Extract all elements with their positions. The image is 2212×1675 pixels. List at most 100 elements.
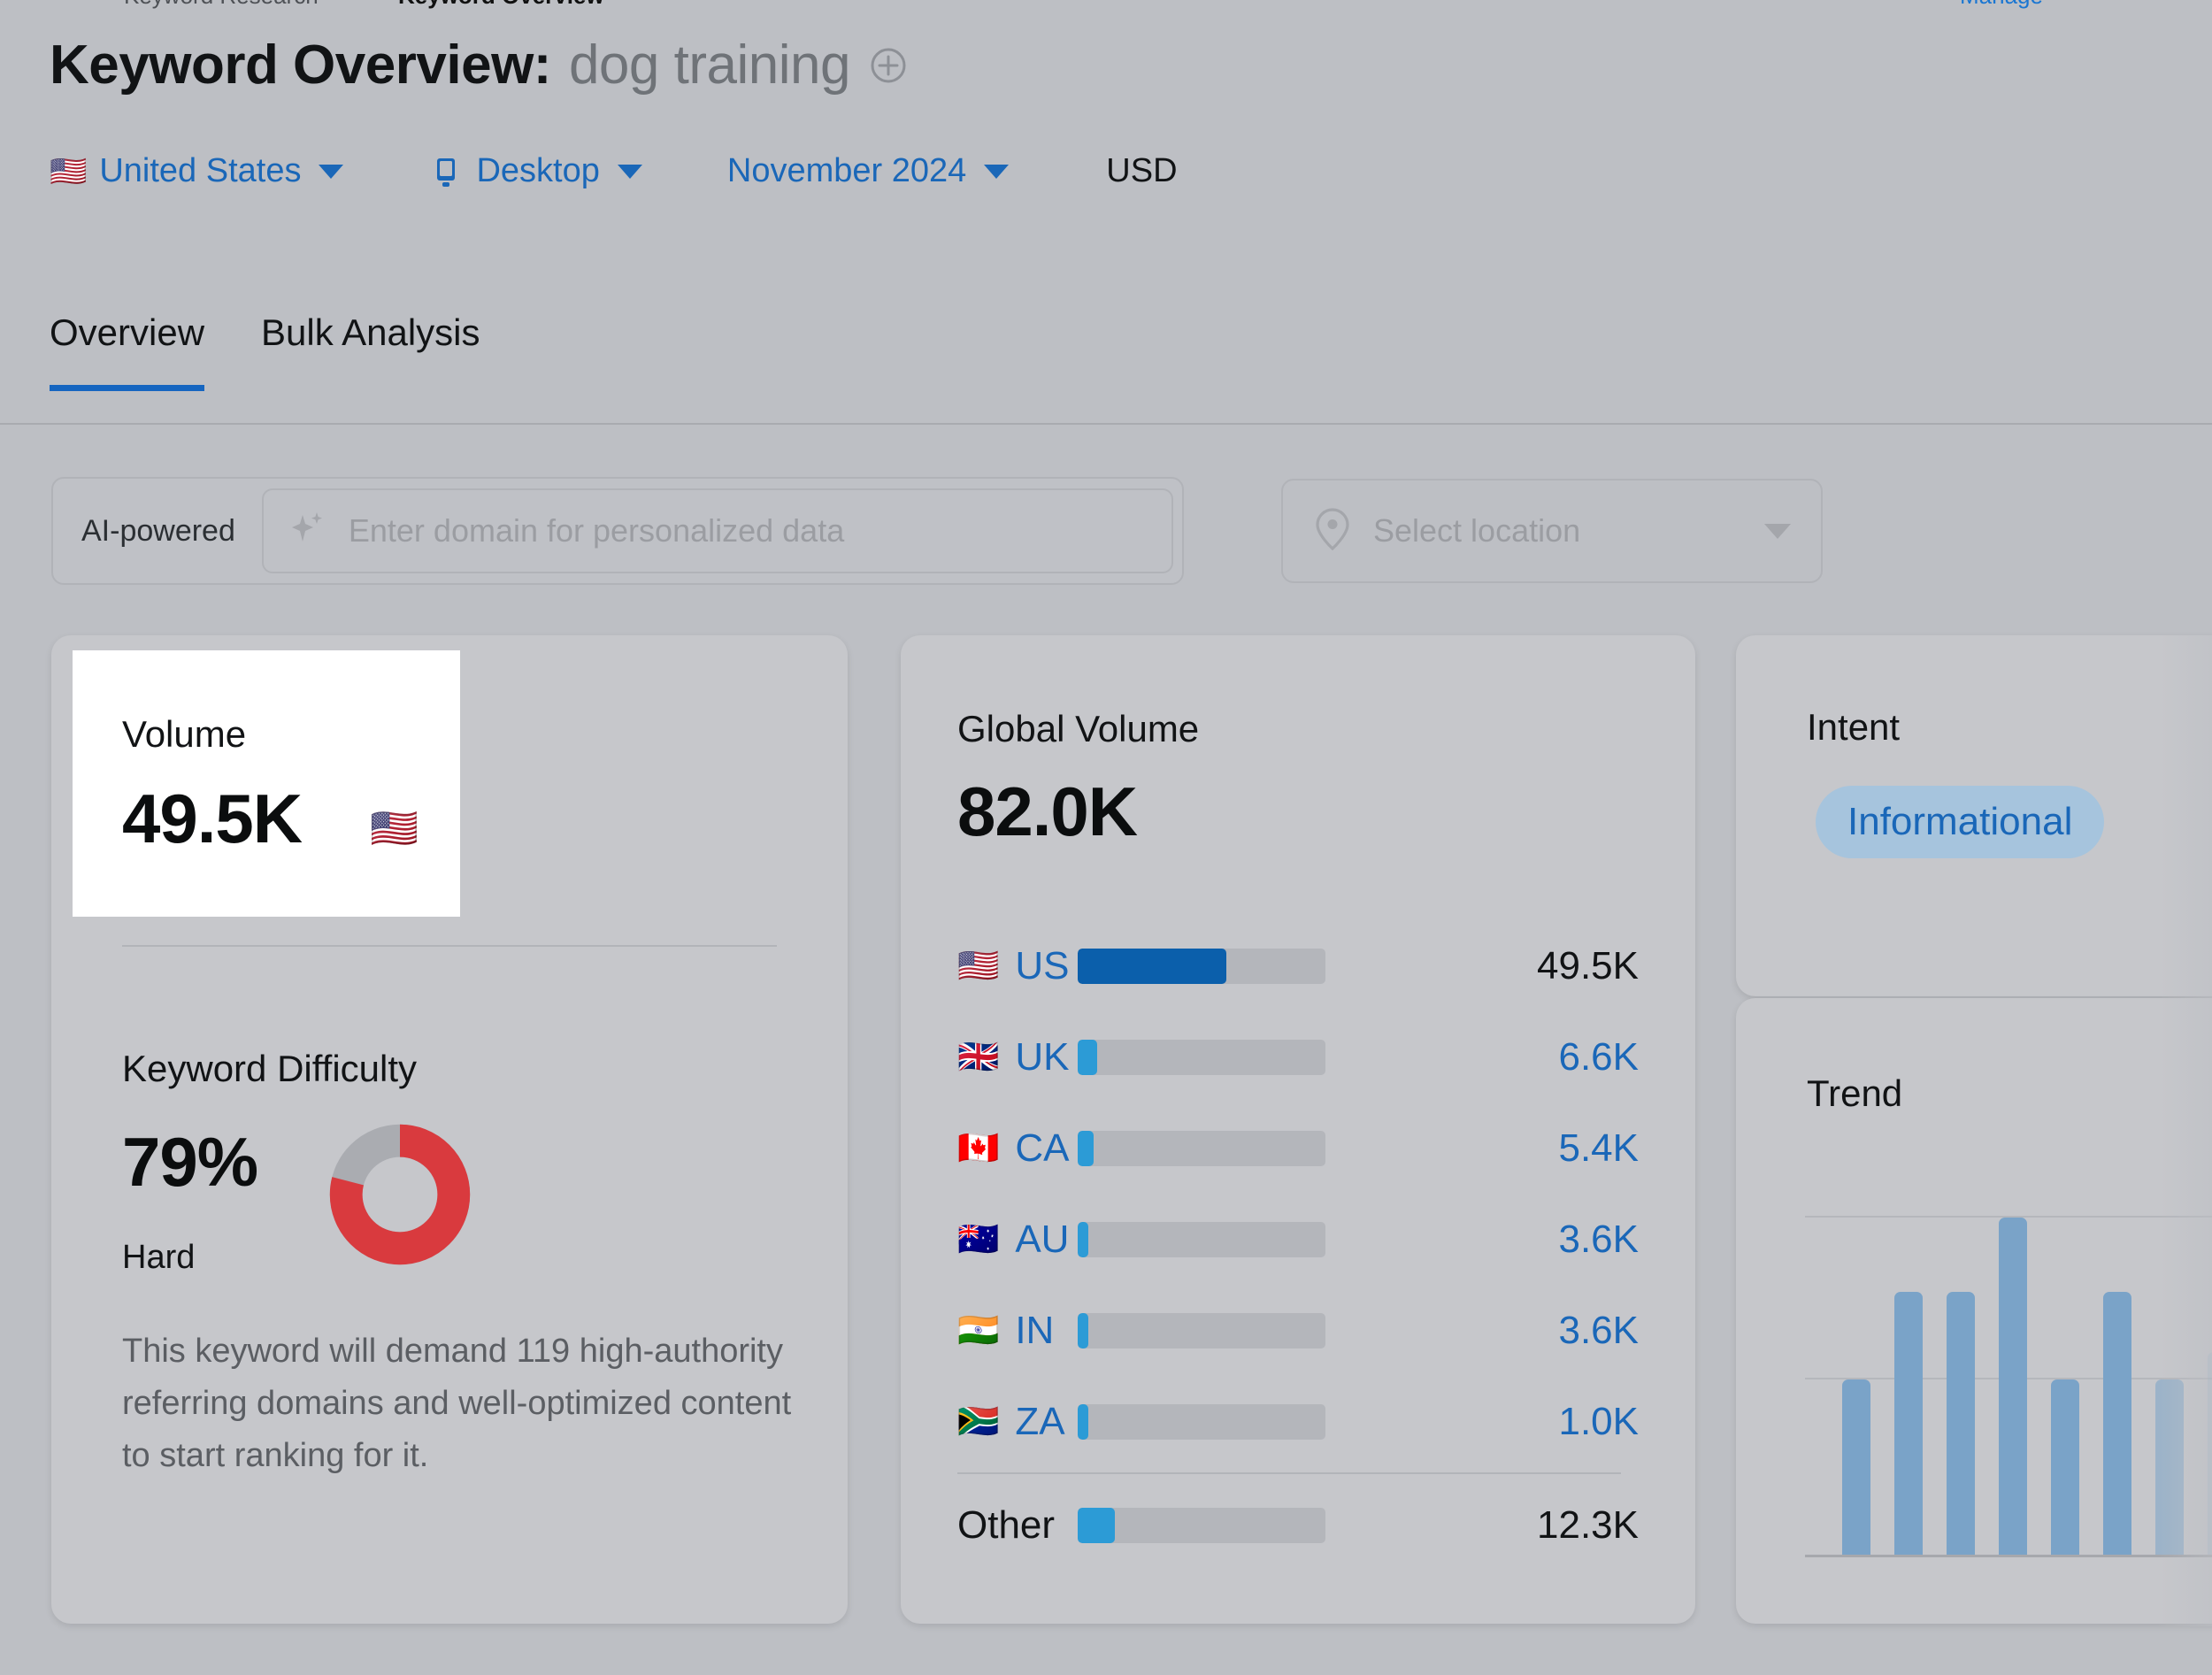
chevron-down-icon (319, 164, 344, 179)
volume-value-label: 6.6K (1558, 1034, 1639, 1079)
volume-bar-track (1078, 948, 1325, 984)
volume-bar-track (1078, 1312, 1325, 1348)
tab-bulk-analysis[interactable]: Bulk Analysis (261, 311, 480, 391)
date-filter-label: November 2024 (726, 152, 967, 189)
country-code: 🇬🇧 UK (957, 1035, 1071, 1080)
country-code-label: ZA (1015, 1399, 1065, 1443)
date-filter[interactable]: November 2024 (726, 152, 1010, 190)
country-flag-icon: 🇮🇳 (957, 1311, 1000, 1349)
volume-bar-track (1078, 1130, 1325, 1166)
location-select[interactable]: Select location (1281, 479, 1823, 583)
chevron-down-icon (984, 164, 1010, 179)
plus-circle-icon[interactable] (870, 47, 907, 84)
volume-bar-track (1078, 1221, 1325, 1257)
volume-value-label: 1.0K (1558, 1399, 1639, 1443)
map-pin-icon (1313, 507, 1352, 556)
country-code-label: UK (1015, 1034, 1070, 1079)
global-volume-other-row[interactable]: Other 12.3K (957, 1479, 1639, 1571)
trend-axis-line (1805, 1555, 2212, 1557)
global-volume-row[interactable]: 🇮🇳 IN 3.6K (957, 1285, 1639, 1376)
device-filter[interactable]: Desktop (428, 152, 642, 190)
currency-label: USD (1106, 152, 1178, 189)
trend-bar[interactable] (2208, 1352, 2212, 1555)
card-divider (122, 945, 777, 947)
top-right-link[interactable]: Manage (1960, 0, 2043, 9)
volume-bar-fill (1078, 1403, 1089, 1440)
country-code-label: AU (1015, 1217, 1070, 1261)
country-flag-icon: 🇿🇦 (957, 1402, 1000, 1441)
chevron-down-icon (617, 164, 642, 179)
location-select-placeholder: Select location (1373, 512, 1581, 549)
ai-powered-bar: AI-powered Enter domain for personalized… (51, 477, 1184, 585)
volume-bar-fill (1078, 1221, 1089, 1257)
trend-bar[interactable] (1842, 1379, 1870, 1555)
keyword-difficulty-value: 79% (122, 1123, 258, 1201)
volume-bar-track (1078, 1507, 1325, 1543)
page-title-keyword: dog training (568, 35, 851, 96)
domain-input[interactable]: Enter domain for personalized data (261, 488, 1173, 573)
breadcrumb-current: Keyword Overview (398, 0, 604, 9)
monitor-icon (428, 154, 464, 189)
volume-bar-fill (1078, 1312, 1089, 1348)
country-filter[interactable]: 🇺🇸 United States (50, 152, 344, 190)
volume-bar-track (1078, 1039, 1325, 1075)
tab-divider (0, 423, 2212, 425)
keyword-overview-page: Keyword Research Keyword Overview Manage… (0, 0, 2212, 1675)
country-flag-icon: 🇨🇦 (957, 1129, 1000, 1167)
global-volume-value: 82.0K (957, 772, 1138, 850)
global-volume-row[interactable]: 🇬🇧 UK 6.6K (957, 1011, 1639, 1103)
intent-badge[interactable]: Informational (1816, 786, 2105, 858)
chevron-down-icon (1764, 523, 1791, 539)
global-volume-label: Global Volume (957, 708, 1200, 749)
volume-value: 49.5K (122, 780, 303, 857)
volume-bar-fill (1078, 1507, 1115, 1543)
volume-bar-fill (1078, 948, 1226, 984)
clipped-top-strip: Keyword Research Keyword Overview Manage (0, 0, 2212, 9)
volume-bar-fill (1078, 1130, 1094, 1166)
trend-bar[interactable] (2051, 1379, 2079, 1555)
page-title: Keyword Overview: dog training (50, 34, 907, 96)
global-volume-country-list: 🇺🇸 US 49.5K 🇬🇧 UK 6.6K 🇨🇦 CA 5.4K 🇦🇺 AU 3.6K 🇮🇳 IN 3.6… (957, 920, 1639, 1571)
country-flag-icon: 🇬🇧 (957, 1038, 1000, 1076)
global-volume-row[interactable]: 🇿🇦 ZA 1.0K (957, 1376, 1639, 1467)
trend-bar[interactable] (2103, 1291, 2131, 1555)
volume-value-label: 12.3K (1537, 1502, 1639, 1547)
country-flag-icon: 🇺🇸 (957, 947, 1000, 985)
volume-bar-fill (1078, 1039, 1098, 1075)
volume-bar-track (1078, 1403, 1325, 1440)
country-code: 🇺🇸 US (957, 944, 1071, 988)
country-filter-label: United States (99, 152, 302, 189)
country-code: 🇿🇦 ZA (957, 1400, 1071, 1444)
tab-overview[interactable]: Overview (50, 311, 205, 391)
us-flag-icon: 🇺🇸 (50, 154, 88, 188)
trend-bar[interactable] (2155, 1379, 2184, 1555)
trend-label: Trend (1807, 1072, 1903, 1114)
trend-bar[interactable] (1999, 1218, 2027, 1555)
trend-bar-chart (1805, 1168, 2212, 1557)
global-volume-row[interactable]: 🇨🇦 CA 5.4K (957, 1103, 1639, 1194)
keyword-difficulty-level: Hard (122, 1239, 196, 1276)
country-code: 🇮🇳 IN (957, 1309, 1071, 1353)
breadcrumb[interactable]: Keyword Research (124, 0, 319, 9)
country-code: 🇦🇺 AU (957, 1218, 1071, 1262)
country-code-label: IN (1015, 1308, 1055, 1352)
page-title-prefix: Keyword Overview: (50, 35, 551, 96)
intent-label: Intent (1807, 706, 1901, 748)
volume-value-label: 5.4K (1558, 1126, 1639, 1170)
global-volume-row[interactable]: 🇺🇸 US 49.5K (957, 920, 1639, 1011)
volume-label: Volume (122, 713, 247, 755)
device-filter-label: Desktop (476, 152, 600, 189)
tab-bar: Overview Bulk Analysis (50, 311, 480, 391)
volume-value-label: 3.6K (1558, 1308, 1639, 1352)
keyword-difficulty-donut (329, 1124, 471, 1265)
trend-bar[interactable] (1947, 1291, 1975, 1555)
trend-bar[interactable] (1894, 1291, 1923, 1555)
volume-value-label: 49.5K (1537, 943, 1639, 987)
global-volume-row[interactable]: 🇦🇺 AU 3.6K (957, 1194, 1639, 1285)
volume-value-label: 3.6K (1558, 1217, 1639, 1261)
country-code-label: CA (1015, 1126, 1070, 1170)
country-flag-icon: 🇦🇺 (957, 1220, 1000, 1258)
country-code: 🇨🇦 CA (957, 1126, 1071, 1171)
keyword-difficulty-label: Keyword Difficulty (122, 1048, 418, 1089)
ai-powered-badge: AI-powered (81, 513, 235, 548)
